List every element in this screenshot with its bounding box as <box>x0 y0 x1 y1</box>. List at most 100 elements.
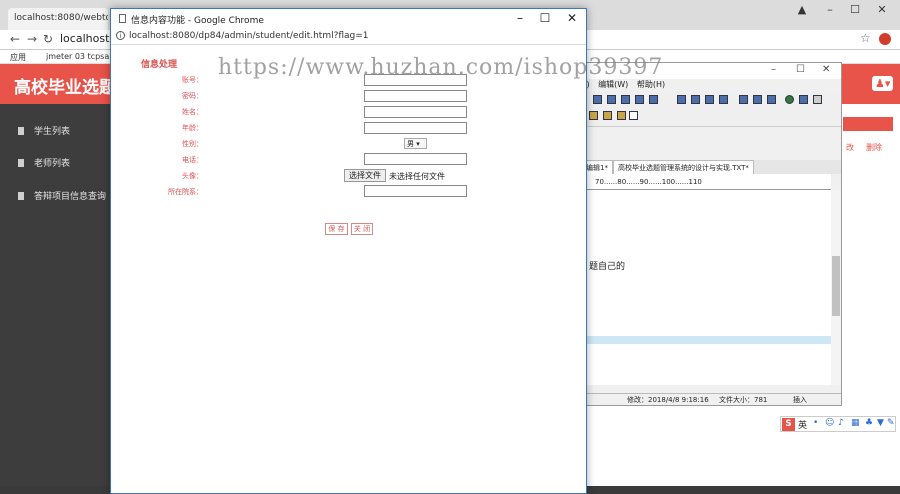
status-size: 文件大小：781 <box>719 396 768 404</box>
toolbar-button-icon[interactable] <box>589 111 598 120</box>
skin-icon[interactable]: ♣ <box>865 418 873 428</box>
chevron-down-icon: ▾ <box>416 140 420 148</box>
editor-tab[interactable]: 高校毕业选题管理系统的设计与实现.TXT* <box>612 160 754 175</box>
document-icon <box>18 127 24 135</box>
toolbar-button-icon[interactable] <box>677 95 686 104</box>
account-label: 账号： <box>182 76 203 84</box>
text-editor-window: – ☐ ✕ A) 编辑(W) 帮助(H) 编辑1*高校毕业选题管理系统的设计与实… <box>580 62 842 406</box>
minimize-icon[interactable]: – <box>771 64 776 75</box>
sidebar-item-label: 老师列表 <box>34 159 71 169</box>
editor-status-bar: 修改：2018/4/8 9:18:16 文件大小：781 插入 <box>581 393 841 405</box>
help-icon[interactable] <box>629 111 638 120</box>
editor-menu: A) 编辑(W) 帮助(H) <box>581 79 671 91</box>
gender-label: 性别： <box>182 140 203 148</box>
password-input[interactable] <box>364 90 467 102</box>
ruler-marks: 70......80......90......100......110 <box>595 178 702 186</box>
background-url[interactable]: localhost <box>60 32 109 45</box>
tab-title: localhost:8080/webtor <box>14 13 108 23</box>
status-mode: 插入 <box>793 396 807 404</box>
department-input[interactable] <box>364 185 467 197</box>
bookmark-jmeter[interactable]: jmeter 03 tcpsam <box>46 52 117 61</box>
ime-language[interactable]: 英 <box>798 418 807 431</box>
toolbar-button-icon[interactable] <box>607 95 616 104</box>
phone-label: 电话： <box>182 156 203 164</box>
toolbar-button-icon[interactable] <box>799 95 808 104</box>
menu-item[interactable]: 帮助(H) <box>637 80 665 89</box>
edit-op-label[interactable]: 改 <box>846 142 854 153</box>
minimize-icon[interactable]: – <box>820 2 840 18</box>
toolbar-button-icon[interactable] <box>621 95 630 104</box>
extension-icon[interactable] <box>879 33 891 45</box>
bookmark-apps[interactable]: 应用 <box>10 52 26 63</box>
toolbar-button-icon[interactable] <box>719 95 728 104</box>
table-header-strip <box>843 117 893 131</box>
page-icon <box>119 14 126 23</box>
maximize-icon[interactable]: ☐ <box>536 11 554 25</box>
gender-select[interactable]: 男 ▾ <box>404 138 427 149</box>
tools-icon[interactable]: ✎ <box>887 418 895 428</box>
toolbar-button-icon[interactable] <box>767 95 776 104</box>
reload-icon[interactable]: ↻ <box>43 32 53 46</box>
user-icon[interactable]: ♟▾ <box>872 76 894 91</box>
ime-toolbar: S 英 • ☺ ♪ ▦ ♣ ▼ ✎ <box>780 416 896 432</box>
info-icon[interactable]: i <box>116 31 125 40</box>
toolbar-button-icon[interactable] <box>813 95 822 104</box>
avatar-label: 头像： <box>182 172 203 180</box>
maximize-icon[interactable]: ☐ <box>796 64 805 75</box>
gender-value: 男 <box>407 140 414 148</box>
document-icon <box>18 192 24 200</box>
popup-title-bar: 信息内容功能 - Google Chrome – ☐ ✕ <box>111 9 586 29</box>
scroll-thumb[interactable] <box>832 256 840 316</box>
popup-chrome-window: 信息内容功能 - Google Chrome – ☐ ✕ i localhost… <box>110 8 587 494</box>
star-icon[interactable]: ☆ <box>860 31 871 45</box>
shirt-icon[interactable]: ▼ <box>877 418 884 428</box>
password-label: 密码： <box>182 92 203 100</box>
keyboard-icon[interactable]: ▦ <box>851 418 860 428</box>
close-icon[interactable]: ✕ <box>822 64 830 75</box>
sidebar: 学生列表 老师列表 答辩项目信息查询 <box>0 104 112 486</box>
toolbar-button-icon[interactable] <box>691 95 700 104</box>
choose-file-button[interactable]: 选择文件 <box>344 169 386 182</box>
ruler: 70......80......90......100......110 <box>581 174 831 190</box>
close-icon[interactable]: ✕ <box>872 2 892 18</box>
sidebar-item-students[interactable]: 学生列表 <box>18 124 70 137</box>
name-input[interactable] <box>364 106 467 118</box>
emoji-icon[interactable]: ☺ <box>825 418 834 428</box>
background-tab[interactable]: localhost:8080/webtor <box>8 8 108 30</box>
toolbar-button-icon[interactable] <box>603 111 612 120</box>
close-icon[interactable]: ✕ <box>563 11 581 25</box>
forward-icon[interactable]: → <box>27 32 37 46</box>
back-icon[interactable]: ← <box>10 32 20 46</box>
watermark: https://www.huzhan.com/ishop39397 <box>218 55 664 80</box>
sidebar-item-defense[interactable]: 答辩项目信息查询 <box>18 189 106 202</box>
toolbar-button-icon[interactable] <box>739 95 748 104</box>
close-button[interactable]: 关 闭 <box>351 223 373 235</box>
microphone-icon[interactable]: ♪ <box>838 418 844 428</box>
maximize-icon[interactable]: ☐ <box>845 2 865 18</box>
minimize-icon[interactable]: – <box>511 11 529 25</box>
sogou-logo-icon[interactable]: S <box>782 418 795 431</box>
popup-url[interactable]: localhost:8080/dp84/admin/student/edit.h… <box>129 31 369 41</box>
phone-input[interactable] <box>364 153 467 165</box>
globe-icon[interactable] <box>785 95 794 104</box>
toolbar-button-icon[interactable] <box>753 95 762 104</box>
toolbar-button-icon[interactable] <box>635 95 644 104</box>
toolbar-button-icon[interactable] <box>705 95 714 104</box>
toolbar-button-icon[interactable] <box>593 95 602 104</box>
toolbar-button-icon[interactable] <box>617 111 626 120</box>
status-modified: 修改：2018/4/8 9:18:16 <box>627 396 709 404</box>
age-input[interactable] <box>364 122 467 134</box>
editor-toolbar <box>581 91 841 127</box>
editor-scrollbar[interactable] <box>831 190 841 385</box>
sidebar-item-teachers[interactable]: 老师列表 <box>18 156 70 169</box>
delete-op-label[interactable]: 删除 <box>866 142 882 153</box>
menu-item[interactable]: 编辑(W) <box>598 80 628 89</box>
person-icon[interactable]: ▲ <box>792 2 812 18</box>
sidebar-item-label: 学生列表 <box>34 127 71 137</box>
editor-tabs: 编辑1* 高校毕业选题管理系统的设计与实现.TXT* <box>581 160 841 175</box>
punctuation-icon[interactable]: • <box>813 418 818 428</box>
department-label: 所在院系： <box>168 188 203 196</box>
save-button[interactable]: 保 存 <box>325 223 348 235</box>
editor-text-area[interactable]: 题自己的 <box>581 190 831 385</box>
toolbar-button-icon[interactable] <box>649 95 658 104</box>
